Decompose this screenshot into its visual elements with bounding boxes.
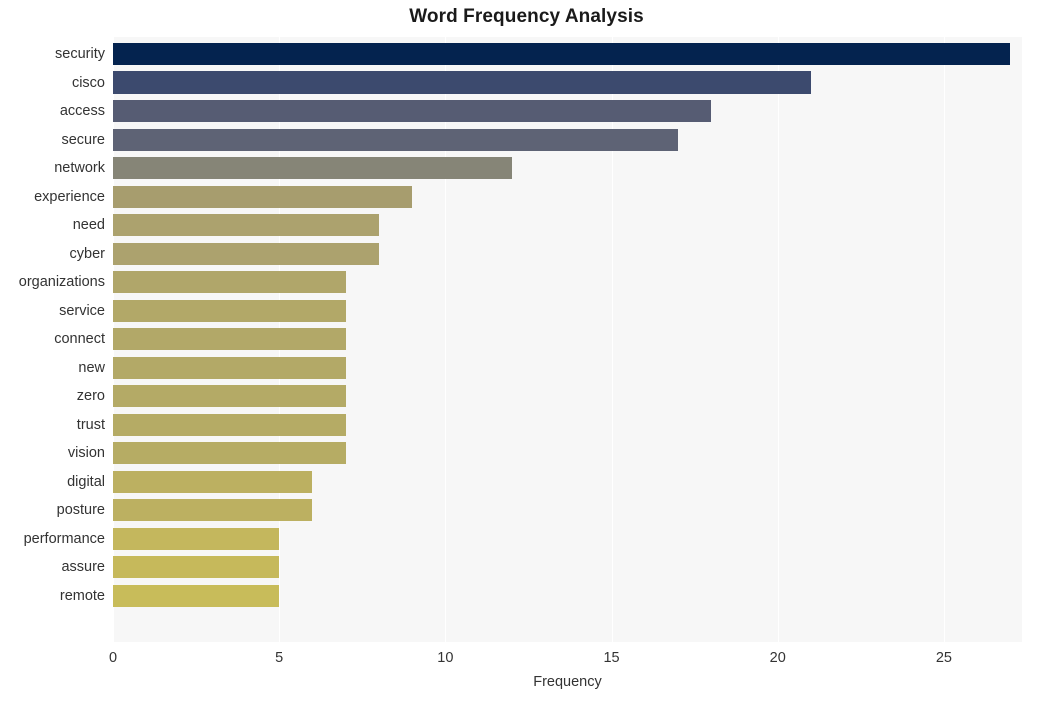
y-tick-label-need: need (72, 217, 105, 234)
bar-row (113, 40, 1022, 69)
bar-row (113, 239, 1022, 268)
y-axis-labels: security cisco access secure network experien… (0, 37, 105, 642)
bar-access[interactable] (113, 99, 712, 123)
bar-row (113, 410, 1022, 439)
bar-row (113, 382, 1022, 411)
y-tick-label-secure: secure (61, 131, 105, 148)
y-tick-label-service: service (59, 302, 105, 319)
y-tick-label-access: access (59, 103, 105, 120)
y-tick-label-organizations: organizations (18, 274, 105, 291)
bar-row (113, 468, 1022, 497)
bar-row (113, 97, 1022, 126)
bar-organizations[interactable] (113, 271, 346, 294)
bar-connect[interactable] (113, 328, 346, 351)
y-tick-label-performance: performance (23, 530, 105, 547)
y-tick-label-zero: zero (76, 388, 105, 405)
bar-row (113, 154, 1022, 183)
bar-row (113, 211, 1022, 240)
bar-row (113, 525, 1022, 554)
bar-assure[interactable] (113, 556, 280, 579)
bar-row (113, 296, 1022, 325)
bar-vision[interactable] (113, 442, 346, 465)
bar-performance[interactable] (113, 527, 280, 550)
x-tick-label-15: 15 (603, 650, 620, 666)
bar-cyber[interactable] (113, 242, 379, 265)
bar-security[interactable] (113, 42, 1011, 66)
bar-row (113, 582, 1022, 611)
bar-cisco[interactable] (113, 71, 811, 94)
word-frequency-chart: Word Frequency Analysis security cisco acc… (0, 0, 1053, 701)
bar-trust[interactable] (113, 413, 346, 436)
bar-row (113, 182, 1022, 211)
y-tick-label-posture: posture (56, 502, 105, 519)
bar-remote[interactable] (113, 584, 280, 607)
plot-area (113, 37, 1022, 642)
y-tick-label-network: network (54, 160, 105, 177)
bar-experience[interactable] (113, 185, 413, 208)
bar-network[interactable] (113, 157, 512, 180)
bar-need[interactable] (113, 214, 379, 237)
x-axis-title: Frequency (533, 674, 602, 690)
y-tick-label-new: new (78, 359, 105, 376)
y-tick-label-security: security (55, 46, 105, 63)
x-tick-label-10: 10 (437, 650, 454, 666)
bar-row (113, 125, 1022, 154)
bar-row (113, 496, 1022, 525)
bar-posture[interactable] (113, 499, 313, 522)
x-tick-label-25: 25 (935, 650, 952, 666)
x-tick-label-0: 0 (108, 650, 118, 666)
bar-service[interactable] (113, 299, 346, 322)
y-tick-label-remote: remote (59, 587, 105, 604)
y-tick-label-vision: vision (67, 445, 105, 462)
x-tick-label-20: 20 (769, 650, 786, 666)
bars-layer (113, 37, 1022, 642)
bar-row (113, 553, 1022, 582)
x-axis-ticks: 0 5 10 15 20 25 (109, 642, 1022, 672)
bar-row (113, 268, 1022, 297)
bar-zero[interactable] (113, 385, 346, 408)
bar-row (113, 353, 1022, 382)
chart-title: Word Frequency Analysis (409, 6, 644, 27)
bar-new[interactable] (113, 356, 346, 379)
x-tick-label-5: 5 (275, 650, 284, 666)
y-tick-label-cisco: cisco (71, 74, 105, 91)
bar-row (113, 439, 1022, 468)
y-tick-label-trust: trust (76, 416, 105, 433)
bar-secure[interactable] (113, 128, 678, 151)
y-tick-label-experience: experience (34, 188, 105, 205)
y-tick-label-assure: assure (61, 559, 105, 576)
y-tick-label-connect: connect (54, 331, 105, 348)
y-tick-label-digital: digital (67, 473, 105, 490)
bar-digital[interactable] (113, 470, 313, 493)
y-tick-label-cyber: cyber (69, 245, 105, 262)
bar-row (113, 68, 1022, 97)
bar-row (113, 325, 1022, 354)
